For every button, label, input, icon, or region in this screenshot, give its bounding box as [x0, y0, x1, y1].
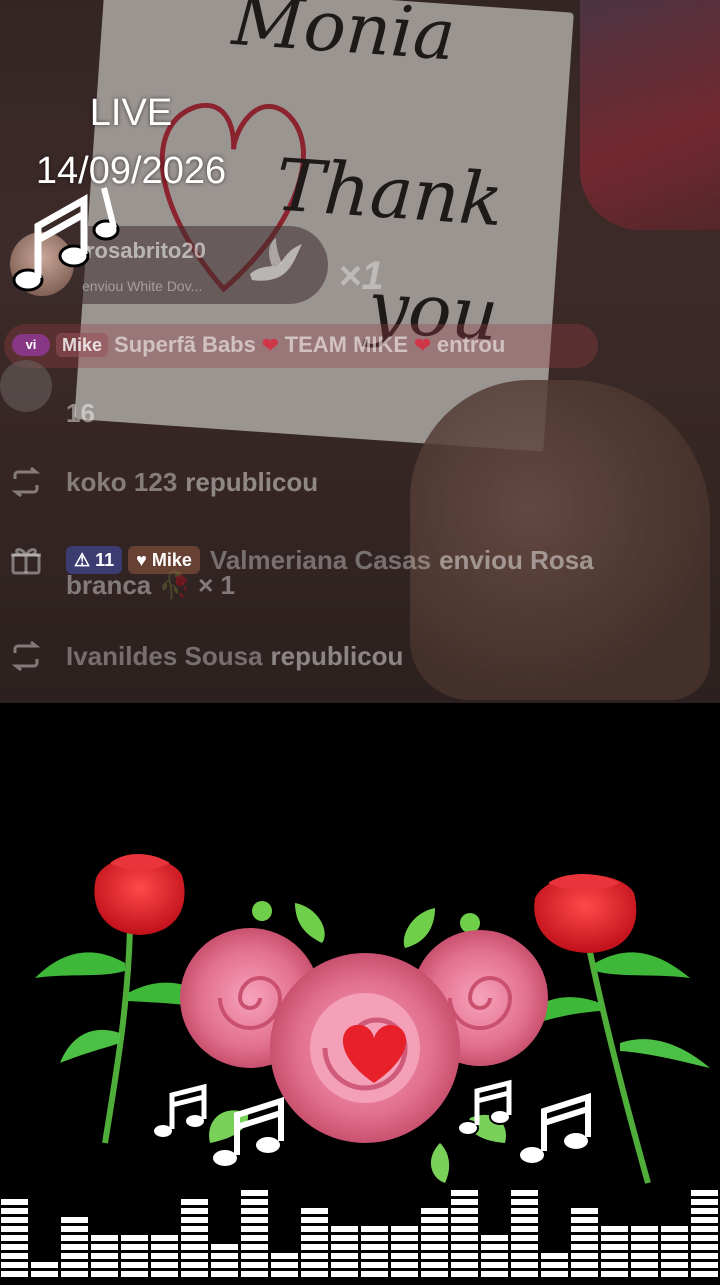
- dove-icon: [250, 238, 302, 281]
- team-badge: Mike: [56, 333, 109, 357]
- repost-icon: [0, 456, 52, 508]
- heart-icon: ❤: [261, 334, 279, 357]
- equalizer-bar: [421, 1208, 448, 1277]
- comment-avatar[interactable]: [0, 360, 52, 412]
- equalizer-bar: [211, 1244, 238, 1277]
- comment-gift-detail: branca 🥀 × 1: [66, 570, 235, 600]
- equalizer-bar: [661, 1226, 688, 1277]
- equalizer-bar: [241, 1190, 268, 1277]
- equalizer-bar: [451, 1190, 478, 1277]
- comment-author: Valmeriana Casas: [209, 544, 432, 575]
- equalizer-visualizer: [1, 1190, 718, 1277]
- equalizer-bar: [541, 1253, 568, 1277]
- equalizer-bar: [481, 1235, 508, 1277]
- equalizer-bar: [91, 1235, 118, 1277]
- team-badge-name: Mike: [151, 550, 192, 570]
- comment-row-repost[interactable]: Ivanildes Sousa republicou: [0, 630, 403, 682]
- equalizer-bar: [181, 1199, 208, 1277]
- equalizer-bar: [691, 1190, 718, 1277]
- equalizer-bar: [331, 1226, 358, 1277]
- equalizer-bar: [271, 1253, 298, 1277]
- gift-icon: [0, 534, 52, 586]
- equalizer-bar: [601, 1226, 628, 1277]
- comment-action: republicou: [185, 466, 319, 497]
- music-notes-icon: [12, 187, 120, 292]
- comment-action: enviou Rosa: [439, 544, 594, 575]
- join-team-name: TEAM MIKE: [284, 332, 409, 357]
- equalizer-bar: [631, 1226, 658, 1277]
- join-suffix: entrou: [436, 332, 506, 357]
- equalizer-bar: [151, 1235, 178, 1277]
- join-banner-content: vi Mike Superfã Babs ❤ TEAM MIKE ❤ entro…: [12, 332, 505, 358]
- equalizer-bar: [1, 1199, 28, 1277]
- live-video-frame: Monia Thank you LIVE 14/09/2026 rosabrit…: [0, 0, 720, 703]
- join-username: Superfã Babs: [114, 332, 256, 357]
- equalizer-bar: [61, 1217, 88, 1277]
- equalizer-bar: [121, 1235, 148, 1277]
- equalizer-bar: [361, 1226, 388, 1277]
- repost-icon: [0, 630, 52, 682]
- comment-row-repost[interactable]: koko 123 republicou: [0, 456, 318, 508]
- gift-count: ×1: [338, 254, 384, 298]
- live-label: LIVE: [89, 92, 173, 134]
- comment-action: republicou: [270, 640, 404, 671]
- comment-author: Ivanildes Sousa: [66, 640, 263, 671]
- heart-icon: ❤: [414, 334, 431, 357]
- equalizer-bar: [301, 1208, 328, 1277]
- equalizer-bar: [391, 1226, 418, 1277]
- comment-row-gift-line2: branca 🥀 × 1: [66, 570, 235, 601]
- equalizer-bar: [511, 1190, 538, 1277]
- equalizer-bar: [31, 1262, 58, 1277]
- vip-badge: vi: [12, 334, 50, 356]
- level-badge-number: 11: [95, 550, 115, 570]
- equalizer-bar: [571, 1208, 598, 1277]
- comment-text: 16: [66, 398, 95, 428]
- comment-author: koko 123: [66, 466, 178, 497]
